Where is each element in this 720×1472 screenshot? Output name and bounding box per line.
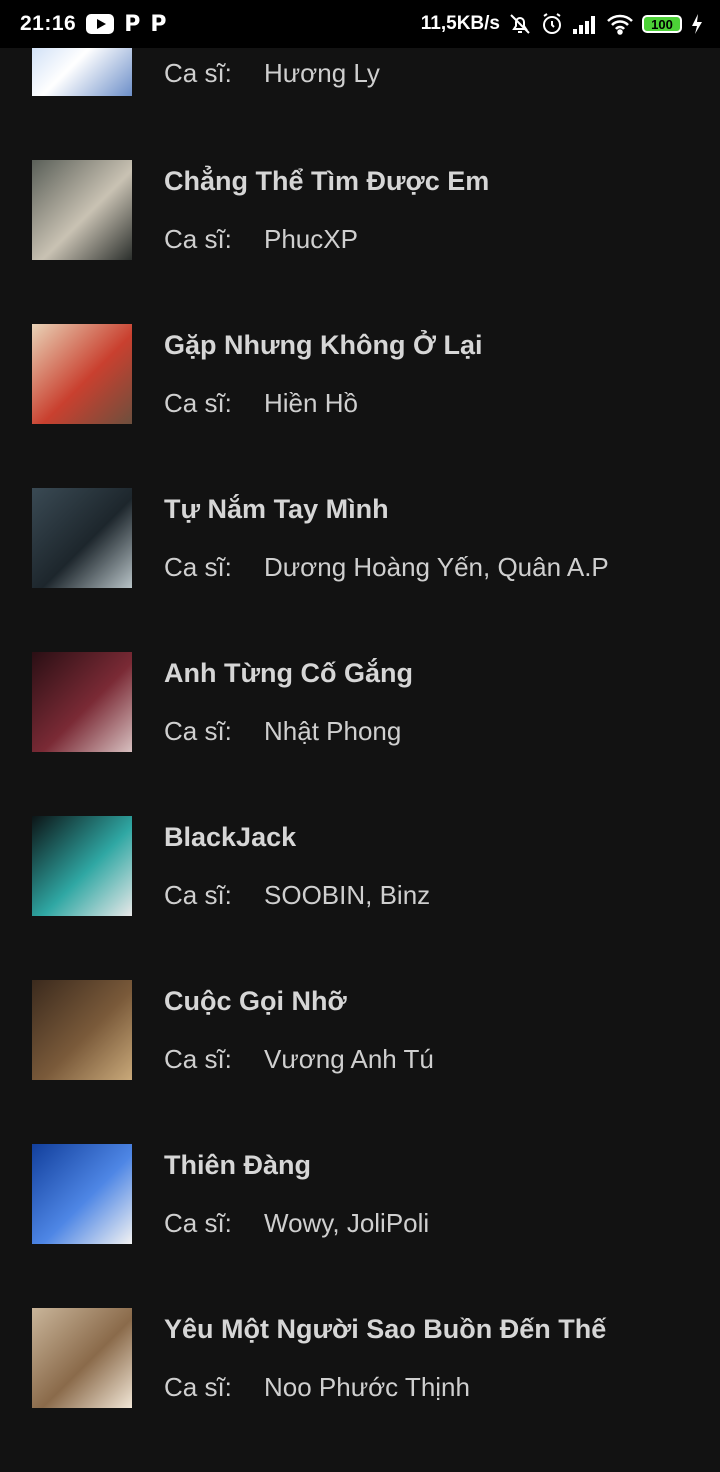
artist-label: Ca sĩ: bbox=[164, 880, 232, 910]
album-cover-image[interactable] bbox=[32, 160, 132, 260]
song-list-item[interactable]: Cuộc Gọi Nhỡ Ca sĩ: Vương Anh Tú bbox=[0, 980, 720, 1144]
album-cover-image[interactable] bbox=[32, 816, 132, 916]
status-time: 21:16 bbox=[20, 12, 77, 35]
alarm-icon bbox=[540, 12, 564, 36]
album-cover-image[interactable] bbox=[32, 488, 132, 588]
artist-name: Dương Hoàng Yến, Quân A.P bbox=[264, 552, 609, 582]
song-title[interactable]: Tự Nắm Tay Mình bbox=[164, 494, 389, 525]
album-cover-image[interactable] bbox=[32, 324, 132, 424]
artist-name: SOOBIN, Binz bbox=[264, 880, 431, 910]
song-title[interactable]: Cuộc Gọi Nhỡ bbox=[164, 986, 347, 1017]
artist-name: PhucXP bbox=[264, 224, 358, 254]
artist-label: Ca sĩ: bbox=[164, 1044, 232, 1074]
network-speed: 11,5KB/s bbox=[420, 13, 500, 34]
song-list-item[interactable]: Yêu Một Người Sao Buồn Đến Thế Ca sĩ: Noo … bbox=[0, 1308, 720, 1472]
song-list-item[interactable]: Gặp Nhưng Không Ở Lại Ca sĩ: Hiền Hồ bbox=[0, 324, 720, 488]
song-list-item[interactable]: Anh Từng Cố Gắng Ca sĩ: Nhật Phong bbox=[0, 652, 720, 816]
p-app-notification-icon: P bbox=[124, 11, 141, 37]
p-app-notification-icon-2: P bbox=[150, 11, 167, 37]
song-list-item[interactable]: Tự Nắm Tay Mình Ca sĩ: Dương Hoàng Yến, Qu… bbox=[0, 488, 720, 652]
artist-name: Nhật Phong bbox=[264, 716, 402, 746]
song-title[interactable]: Chẳng Thể Tìm Được Em bbox=[164, 166, 489, 197]
artist-label: Ca sĩ: bbox=[164, 1372, 232, 1402]
artist-name: Hương Ly bbox=[264, 58, 380, 88]
song-list-item[interactable]: BlackJack Ca sĩ: SOOBIN, Binz bbox=[0, 816, 720, 980]
album-cover-image[interactable] bbox=[32, 1308, 132, 1408]
artist-label: Ca sĩ: bbox=[164, 1208, 232, 1238]
artist-label: Ca sĩ: bbox=[164, 388, 232, 418]
charging-icon bbox=[690, 13, 704, 35]
song-list-item[interactable]: Chẳng Thể Tìm Được Em Ca sĩ: PhucXP bbox=[0, 160, 720, 324]
artist-label: Ca sĩ: bbox=[164, 552, 232, 582]
artist-name: Wowy, JoliPoli bbox=[264, 1208, 430, 1238]
status-bar: 21:16 P P 11,5KB/s 100 bbox=[0, 0, 720, 48]
album-cover-image[interactable] bbox=[32, 652, 132, 752]
song-list-item[interactable]: Thiên Đàng Ca sĩ: Wowy, JoliPoli bbox=[0, 1144, 720, 1308]
album-cover-image[interactable] bbox=[32, 980, 132, 1080]
artist-name: Vương Anh Tú bbox=[264, 1044, 434, 1074]
mute-bell-icon bbox=[508, 12, 532, 36]
signal-icon bbox=[572, 13, 598, 35]
artist-label: Ca sĩ: bbox=[164, 58, 232, 88]
song-title[interactable]: Anh Từng Cố Gắng bbox=[164, 658, 413, 689]
song-title[interactable]: Thiên Đàng bbox=[164, 1150, 311, 1181]
battery-icon: 100 bbox=[642, 15, 682, 33]
artist-name: Hiền Hồ bbox=[264, 388, 358, 418]
artist-label: Ca sĩ: bbox=[164, 716, 232, 746]
youtube-notification-icon bbox=[86, 14, 115, 34]
artist-label: Ca sĩ: bbox=[164, 224, 232, 254]
song-title[interactable]: BlackJack bbox=[164, 822, 296, 853]
artist-name: Noo Phước Thịnh bbox=[264, 1372, 470, 1402]
album-cover-image[interactable] bbox=[32, 1144, 132, 1244]
song-title[interactable]: Yêu Một Người Sao Buồn Đến Thế bbox=[164, 1314, 606, 1345]
wifi-icon bbox=[606, 13, 634, 35]
song-title[interactable]: Gặp Nhưng Không Ở Lại bbox=[164, 330, 483, 361]
